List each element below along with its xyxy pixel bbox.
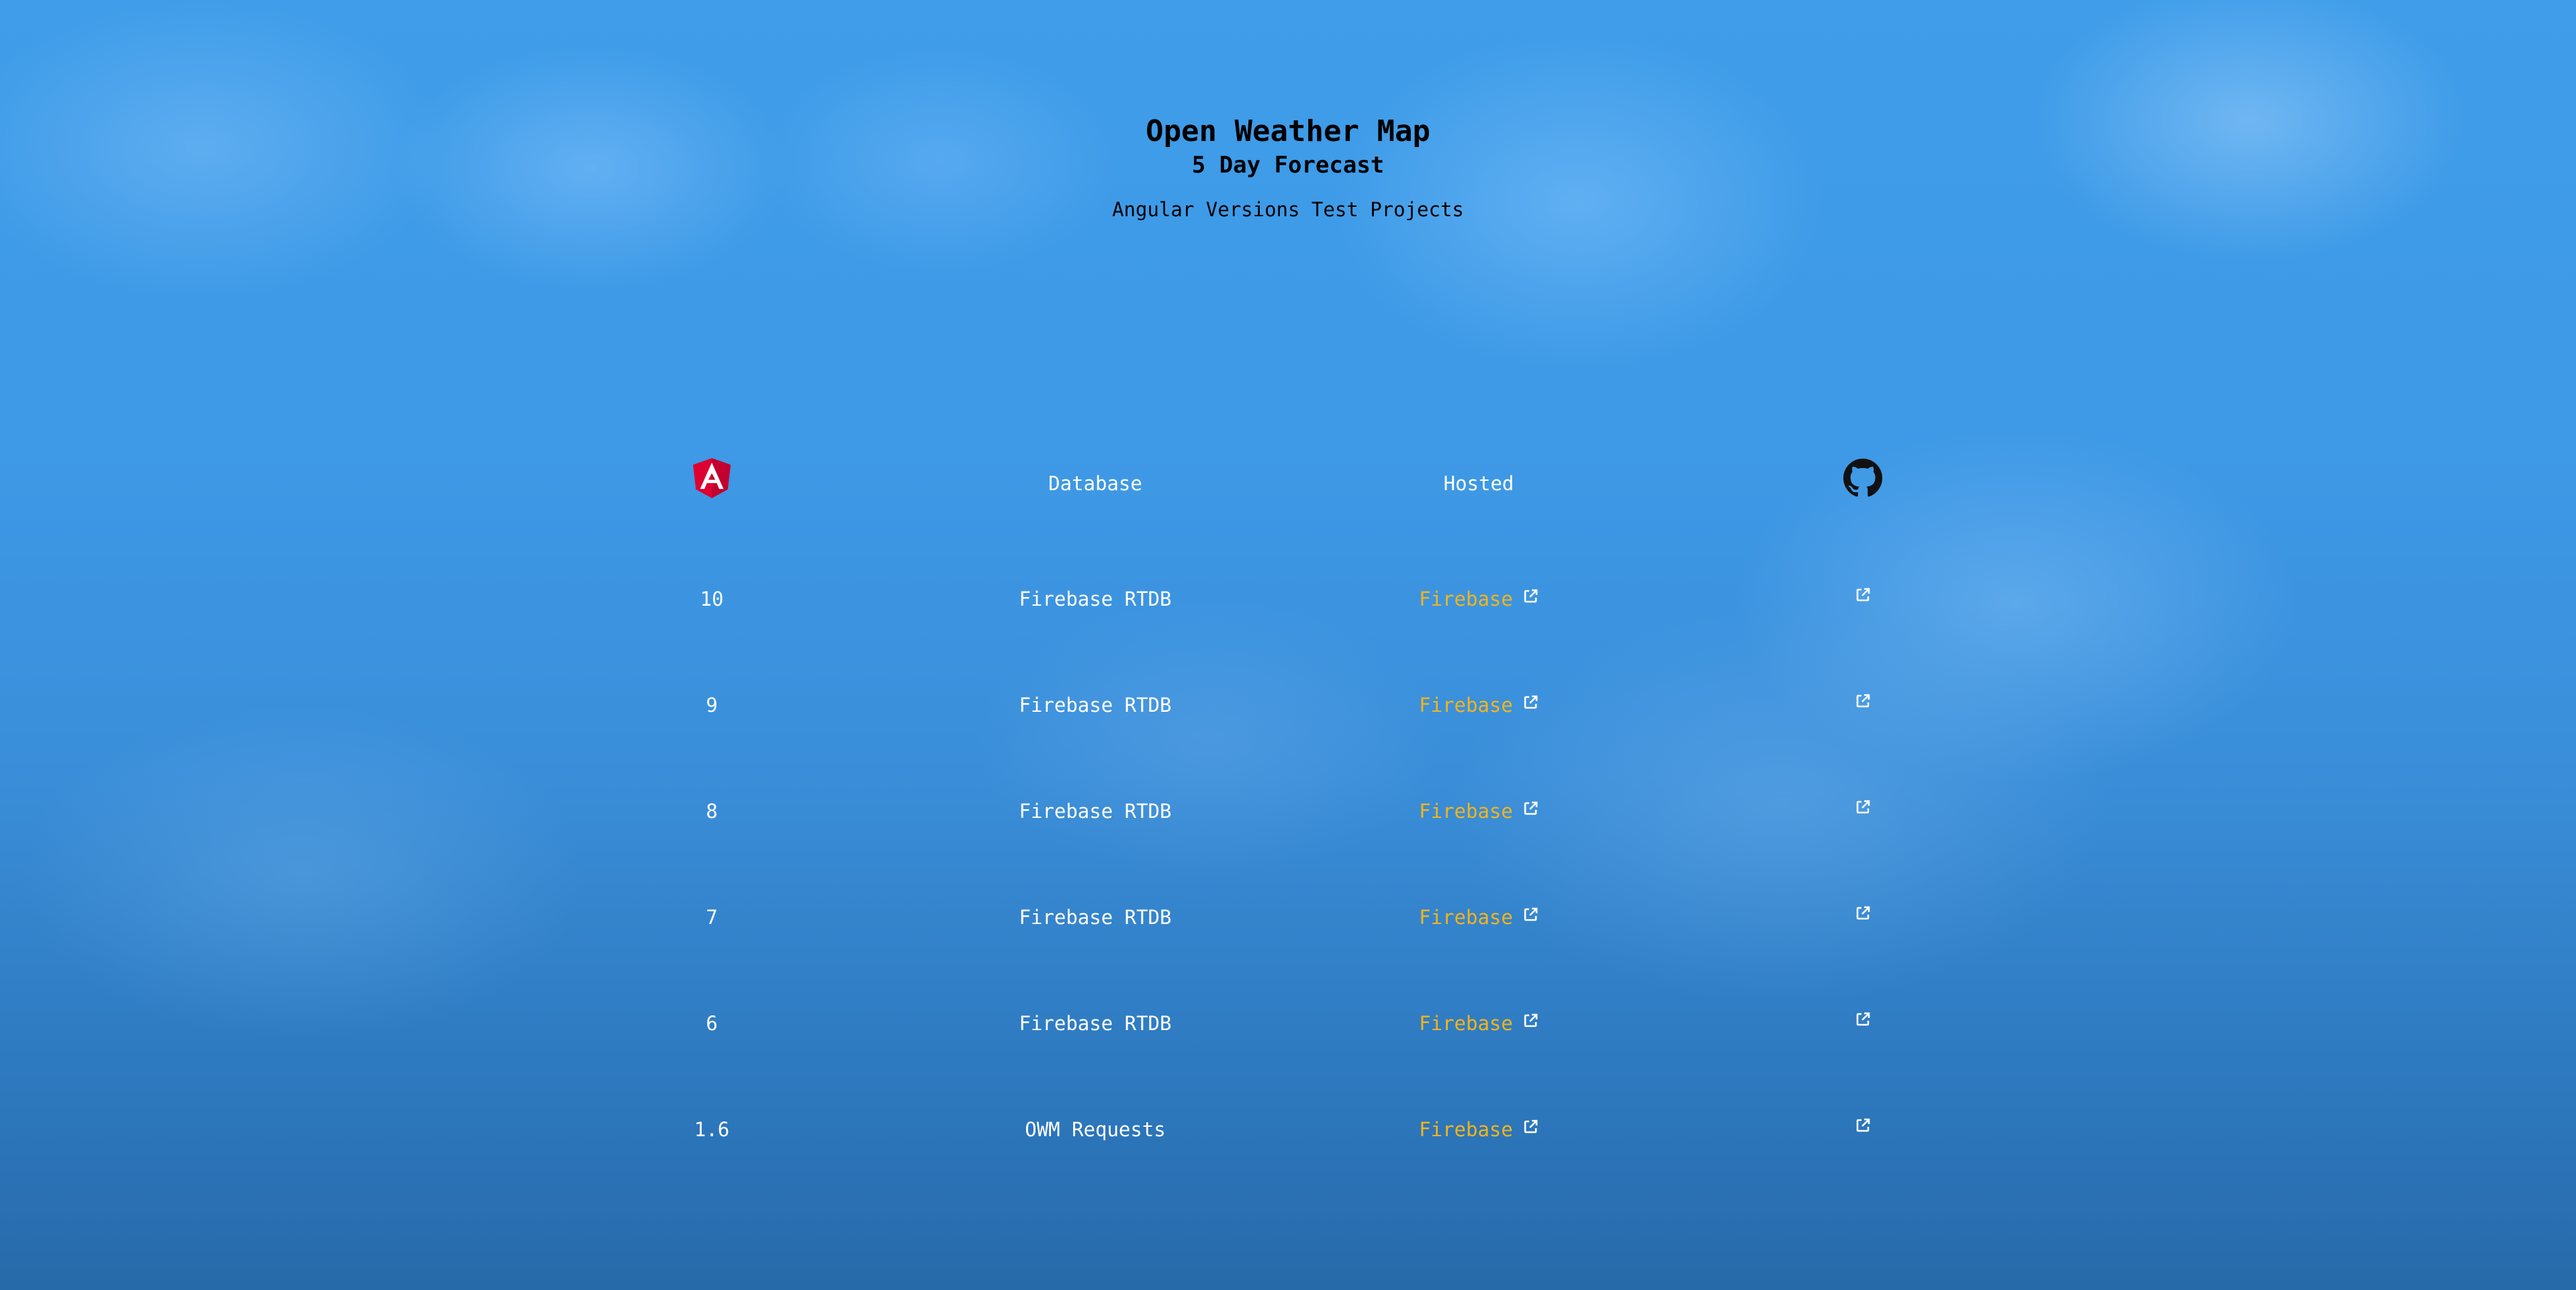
hosted-link[interactable]: Firebase — [1419, 1011, 1538, 1035]
hosted-link-label[interactable]: Firebase — [1419, 1012, 1513, 1035]
version-cell: 8 — [706, 800, 718, 823]
hosted-link-label[interactable]: Firebase — [1419, 800, 1513, 823]
hosted-link[interactable]: Firebase — [1419, 799, 1538, 823]
versions-table: Database Hosted 10 Firebase RTDB Firebas… — [0, 0, 2576, 1290]
hosted-link-label[interactable]: Firebase — [1419, 1118, 1513, 1141]
hosted-link[interactable]: Firebase — [1419, 693, 1538, 717]
repo-link-icon[interactable] — [1855, 1115, 1871, 1139]
repo-link-icon[interactable] — [1855, 903, 1871, 927]
hosted-link[interactable]: Firebase — [1419, 587, 1538, 611]
hosted-link-label[interactable]: Firebase — [1419, 694, 1513, 717]
column-header-database: Database — [1048, 472, 1142, 495]
repo-link-icon[interactable] — [1855, 690, 1871, 715]
hosted-link[interactable]: Firebase — [1419, 905, 1538, 929]
version-cell: 10 — [700, 588, 724, 610]
external-link-icon[interactable] — [1522, 588, 1538, 604]
github-icon[interactable] — [1843, 459, 1882, 503]
database-cell: OWM Requests — [1025, 1118, 1166, 1141]
version-cell: 6 — [706, 1012, 718, 1035]
column-header-hosted: Hosted — [1443, 472, 1514, 495]
repo-link-icon[interactable] — [1855, 584, 1871, 608]
database-cell: Firebase RTDB — [1019, 694, 1172, 717]
database-cell: Firebase RTDB — [1019, 1012, 1172, 1035]
external-link-icon[interactable] — [1522, 907, 1538, 923]
repo-link-icon[interactable] — [1855, 796, 1871, 821]
hosted-link-label[interactable]: Firebase — [1419, 906, 1513, 929]
external-link-icon[interactable] — [1522, 1119, 1538, 1135]
hosted-link[interactable]: Firebase — [1419, 1117, 1538, 1142]
angular-logo-icon — [693, 458, 731, 504]
version-cell: 1.6 — [694, 1118, 730, 1141]
external-link-icon[interactable] — [1522, 800, 1538, 817]
version-cell: 7 — [706, 906, 718, 929]
version-cell: 9 — [706, 694, 718, 717]
repo-link-icon[interactable] — [1855, 1009, 1871, 1033]
database-cell: Firebase RTDB — [1019, 800, 1172, 823]
database-cell: Firebase RTDB — [1019, 906, 1172, 929]
hosted-link-label[interactable]: Firebase — [1419, 588, 1513, 610]
external-link-icon[interactable] — [1522, 1013, 1538, 1029]
external-link-icon[interactable] — [1522, 694, 1538, 710]
database-cell: Firebase RTDB — [1019, 588, 1172, 610]
